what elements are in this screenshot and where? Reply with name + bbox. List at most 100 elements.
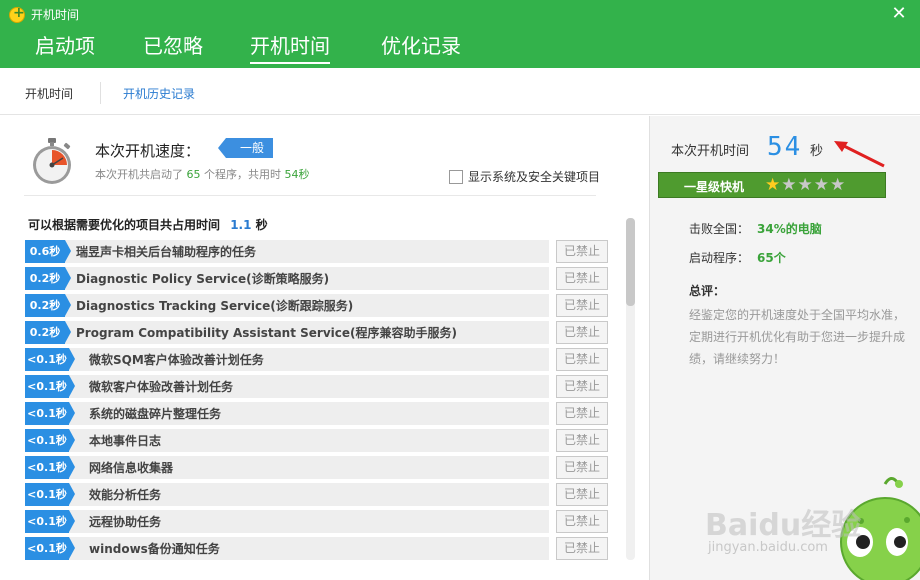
speed-label: 本次开机速度： [95,142,201,160]
time-chip: <0.1秒 [25,510,75,533]
disabled-button[interactable]: 已禁止 [556,483,608,506]
item-name: Diagnostic Policy Service(诊断策略服务) [76,272,330,286]
time-chip: 0.6秒 [25,240,71,263]
rank-ribbon: 一星级快机 ★★★★★ [658,172,886,198]
startup-stat: 启动程序： 65个 [689,249,786,266]
item-name: 微软SQM客户体验改善计划任务 [89,353,264,367]
disabled-button[interactable]: 已禁止 [556,402,608,425]
total-time: 54秒 [284,168,310,181]
show-system-label: 显示系统及安全关键项目 [468,170,601,184]
star-empty-icon: ★ [797,175,814,195]
startup-value: 65个 [757,251,786,265]
list-item: <0.1秒 微软客户体验改善计划任务 已禁止 [25,375,615,402]
list-item: <0.1秒 系统的磁盘碎片整理任务 已禁止 [25,402,615,429]
list-item: <0.1秒 本地事件日志 已禁止 [25,429,615,456]
speed-level-badge: 一般 [217,138,274,158]
subnav-boot-time[interactable]: 开机时间 [25,85,73,102]
list-scrollbar[interactable] [626,218,635,560]
list-item: 0.2秒 Program Compatibility Assistant Ser… [25,321,615,348]
program-count: 65 [186,168,201,181]
boot-time-value: 54 [767,132,803,162]
disabled-button[interactable]: 已禁止 [556,510,608,533]
item-name: 瑞昱声卡相关后台辅助程序的任务 [76,245,257,259]
item-name: windows备份通知任务 [89,542,220,556]
item-name: 网络信息收集器 [89,461,174,475]
summary-text: 经鉴定您的开机速度处于全国平均水准，定期进行开机优化有助于您进一步提升成绩，请继… [689,308,906,366]
list-item: <0.1秒 windows备份通知任务 已禁止 [25,537,615,564]
optimizable-label: 可以根据需要优化的项目共占用时间 [28,218,221,232]
time-chip: 0.2秒 [25,267,71,290]
disabled-button[interactable]: 已禁止 [556,321,608,344]
time-chip: <0.1秒 [25,483,75,506]
disabled-button[interactable]: 已禁止 [556,294,608,317]
disabled-button[interactable]: 已禁止 [556,240,608,263]
star-filled-icon: ★ [765,175,782,195]
item-name: 效能分析任务 [89,488,162,502]
boot-time-unit: 秒 [810,144,824,159]
list-item: 0.2秒 Diagnostic Policy Service(诊断策略服务) 已… [25,267,615,294]
time-chip: <0.1秒 [25,429,75,452]
optimizable-value: 1.1 [230,218,252,232]
startup-label: 启动程序： [689,251,750,265]
item-name: Program Compatibility Assistant Service(… [76,326,457,340]
title-bar: 开机时间 ✕ 启动项 已忽略 开机时间 优化记录 [0,0,920,68]
boot-time-label: 本次开机时间 [671,144,750,159]
rating-stars: ★★★★★ [765,176,846,194]
tab-boot-time[interactable]: 开机时间 [250,30,330,64]
beat-stat: 击败全国： 34%的电脑 [689,220,822,237]
main-tabs: 启动项 已忽略 开机时间 优化记录 [0,30,920,68]
tab-ignored[interactable]: 已忽略 [143,30,203,62]
red-arrow-icon [834,141,885,168]
window-title: 开机时间 [31,8,80,22]
disabled-button[interactable]: 已禁止 [556,456,608,479]
time-chip: <0.1秒 [25,456,75,479]
watermark-logo: Baidu经验 [705,508,862,543]
time-chip: <0.1秒 [25,348,75,371]
scrollbar-thumb[interactable] [626,218,635,306]
rank-label: 一星级快机 [684,180,745,194]
subnav-boot-history[interactable]: 开机历史记录 [123,85,195,102]
speed-summary: 本次开机共启动了 65 个程序，共用时 54秒 [95,166,310,182]
summary-title: 总评： [689,284,726,298]
app-logo-icon [9,5,25,23]
disabled-button[interactable]: 已禁止 [556,348,608,371]
time-chip: <0.1秒 [25,537,75,560]
show-system-checkbox[interactable] [449,170,463,184]
star-empty-icon: ★ [781,175,798,195]
star-empty-icon: ★ [813,175,830,195]
watermark-url: jingyan.baidu.com [708,540,828,555]
show-system-items: 显示系统及安全关键项目 [449,168,600,185]
item-name: Diagnostics Tracking Service(诊断跟踪服务) [76,299,354,313]
divider [24,195,596,196]
time-chip: 0.2秒 [25,294,71,317]
list-item: <0.1秒 远程协助任务 已禁止 [25,510,615,537]
score-panel: 本次开机时间 54 秒 一星级快机 ★★★★★ 击败全国： 34%的电脑 启动程序… [649,116,920,580]
optimizable-summary: 可以根据需要优化的项目共占用时间 1.1 秒 [28,216,268,233]
stopwatch-icon [33,138,71,184]
disabled-button[interactable]: 已禁止 [556,267,608,290]
close-icon[interactable]: ✕ [890,5,908,23]
tab-startup-items[interactable]: 启动项 [35,30,95,62]
speed-sub-middle: 个程序，共用时 [204,168,281,181]
item-name: 本地事件日志 [89,434,162,448]
time-chip: <0.1秒 [25,375,75,398]
list-item: 0.6秒 瑞昱声卡相关后台辅助程序的任务 已禁止 [25,240,615,267]
boot-detail-panel: 本次开机速度： 一般 本次开机共启动了 65 个程序，共用时 54秒 显示系统及… [0,116,648,580]
item-name: 远程协助任务 [89,515,162,529]
disabled-button[interactable]: 已禁止 [556,375,608,398]
list-item: <0.1秒 效能分析任务 已禁止 [25,483,615,510]
item-name: 系统的磁盘碎片整理任务 [89,407,222,421]
time-chip: <0.1秒 [25,402,75,425]
beat-label: 击败全国： [689,222,750,236]
subnav-divider [100,82,101,104]
tab-optimize-history[interactable]: 优化记录 [381,30,461,62]
item-name: 微软客户体验改善计划任务 [89,380,234,394]
list-item: 0.2秒 Diagnostics Tracking Service(诊断跟踪服务… [25,294,615,321]
sub-nav: 开机时间 开机历史记录 [0,68,920,115]
speed-sub-prefix: 本次开机共启动了 [95,168,183,181]
time-chip: 0.2秒 [25,321,71,344]
beat-value: 34%的电脑 [757,222,822,236]
disabled-button[interactable]: 已禁止 [556,429,608,452]
disabled-button[interactable]: 已禁止 [556,537,608,560]
optimizable-unit: 秒 [255,218,268,232]
